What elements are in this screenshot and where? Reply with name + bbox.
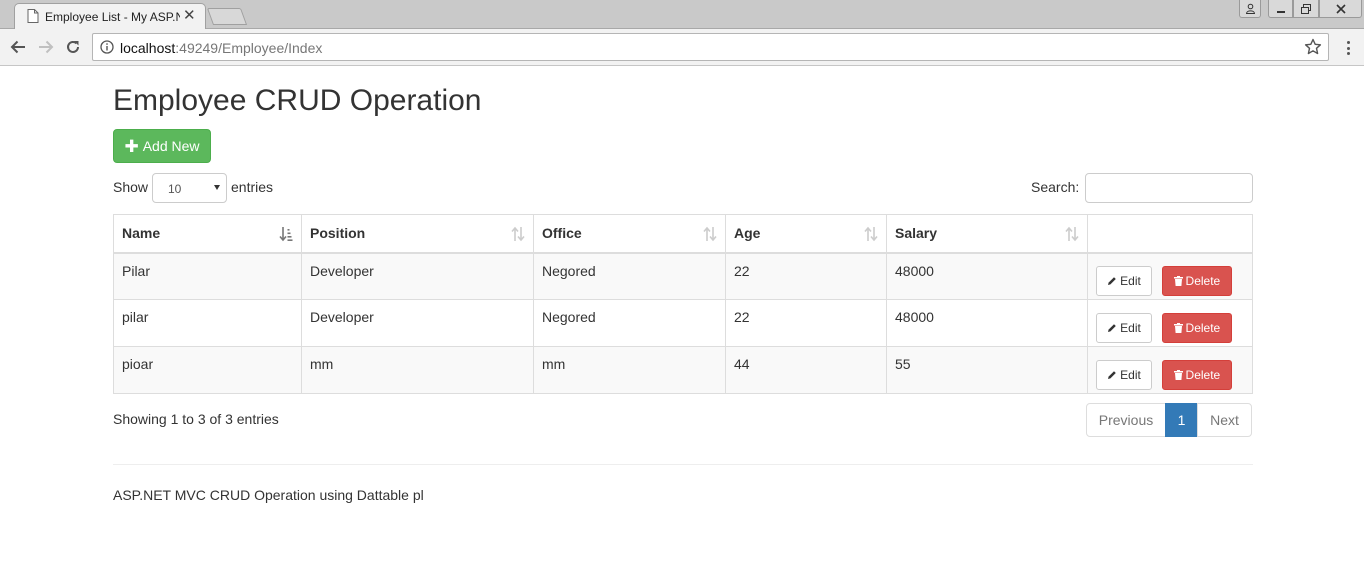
cell-age: 44 — [725, 346, 887, 394]
tab-title: Employee List - My ASP.NET — [45, 10, 180, 24]
cell-salary: 48000 — [886, 299, 1088, 347]
sort-both-icon — [511, 226, 525, 242]
column-label: Office — [542, 225, 582, 242]
add-new-button[interactable]: ✚ Add New — [113, 129, 211, 163]
cell-name: pioar — [113, 346, 302, 394]
table-row: Pilar Developer Negored 22 48000 Edit De… — [113, 252, 1253, 300]
tab-close-icon[interactable]: ✕ — [183, 6, 196, 24]
trash-icon — [1173, 369, 1183, 380]
pencil-icon — [1108, 370, 1116, 379]
window-close-icon[interactable] — [1319, 0, 1362, 18]
new-tab-button[interactable] — [206, 8, 248, 25]
page-icon — [27, 9, 39, 23]
edit-button[interactable]: Edit — [1096, 265, 1152, 296]
back-arrow-icon[interactable] — [8, 37, 28, 57]
column-header-age[interactable]: Age — [725, 214, 887, 254]
cell-position: Developer — [301, 252, 534, 300]
sort-both-icon — [703, 226, 717, 242]
column-label: Salary — [895, 225, 938, 242]
delete-label: Delete — [1185, 367, 1221, 382]
add-new-label: Add New — [142, 138, 200, 154]
delete-button[interactable]: Delete — [1161, 312, 1232, 343]
column-label: Age — [734, 225, 761, 242]
plus-icon: ✚ — [124, 136, 139, 156]
search-input[interactable] — [1085, 173, 1253, 203]
table-row: pilar Developer Negored 22 48000 Edit De… — [113, 299, 1253, 347]
trash-icon — [1173, 322, 1183, 333]
footer-divider — [113, 464, 1253, 465]
cell-position: Developer — [301, 299, 534, 347]
cell-actions: Edit Delete — [1087, 346, 1253, 394]
table-header-row: Name Position Office Age Salary — [113, 214, 1253, 254]
restore-icon[interactable] — [1293, 0, 1319, 18]
forward-arrow-icon[interactable] — [36, 37, 56, 57]
edit-button[interactable]: Edit — [1096, 359, 1152, 390]
table-row: pioar mm mm 44 55 Edit Delete — [113, 346, 1253, 394]
caret-down-icon — [214, 185, 220, 190]
delete-label: Delete — [1185, 273, 1221, 288]
cell-age: 22 — [725, 252, 887, 300]
page-title: Employee CRUD Operation — [113, 84, 482, 117]
url-host: localhost — [120, 40, 176, 56]
edit-label: Edit — [1120, 367, 1141, 382]
column-header-name[interactable]: Name — [113, 214, 302, 254]
cell-office: mm — [533, 346, 726, 394]
footer-text: ASP.NET MVC CRUD Operation using Dattabl… — [113, 487, 424, 503]
delete-button[interactable]: Delete — [1161, 265, 1232, 296]
edit-button[interactable]: Edit — [1096, 312, 1152, 343]
browser-toolbar: localhost:49249/Employee/Index — [0, 29, 1364, 66]
delete-button[interactable]: Delete — [1161, 359, 1232, 390]
cell-position: mm — [301, 346, 534, 394]
cell-age: 22 — [725, 299, 887, 347]
page-length-value: 10 — [168, 182, 182, 196]
cell-office: Negored — [533, 299, 726, 347]
address-bar[interactable]: localhost:49249/Employee/Index — [92, 33, 1329, 61]
column-label: Position — [310, 225, 366, 242]
next-page-button[interactable]: Next — [1197, 403, 1252, 437]
browser-tab[interactable]: Employee List - My ASP.NET ✕ — [14, 3, 206, 29]
url-text: localhost:49249/Employee/Index — [120, 40, 322, 56]
column-header-salary[interactable]: Salary — [886, 214, 1088, 254]
url-path: :49249/Employee/Index — [175, 40, 323, 56]
cell-name: Pilar — [113, 252, 302, 300]
browser-menu-icon[interactable] — [1340, 39, 1356, 57]
table-info: Showing 1 to 3 of 3 entries — [113, 411, 279, 427]
trash-icon — [1173, 275, 1183, 286]
entries-label: entries — [231, 179, 274, 195]
sort-both-icon — [864, 226, 878, 242]
cell-actions: Edit Delete — [1087, 299, 1253, 347]
column-header-position[interactable]: Position — [301, 214, 534, 254]
cell-salary: 55 — [886, 346, 1088, 394]
browser-tabstrip: Employee List - My ASP.NET ✕ — [0, 0, 1364, 29]
profile-icon[interactable] — [1239, 0, 1261, 18]
column-label: Name — [122, 225, 161, 242]
pencil-icon — [1108, 323, 1116, 332]
pencil-icon — [1108, 276, 1116, 285]
pagination: Previous 1 Next — [1086, 403, 1252, 437]
info-icon[interactable] — [100, 40, 114, 54]
employee-table: Name Position Office Age Salary Pilar De… — [113, 214, 1253, 394]
bookmark-star-icon[interactable] — [1304, 38, 1322, 56]
show-label: Show — [113, 179, 149, 195]
cell-office: Negored — [533, 252, 726, 300]
cell-salary: 48000 — [886, 252, 1088, 300]
previous-page-button[interactable]: Previous — [1086, 403, 1166, 437]
edit-label: Edit — [1120, 273, 1141, 288]
search-label: Search: — [1031, 179, 1080, 195]
cell-name: pilar — [113, 299, 302, 347]
page-1-button[interactable]: 1 — [1165, 403, 1198, 437]
edit-label: Edit — [1120, 320, 1141, 335]
column-header-actions — [1087, 214, 1253, 254]
cell-actions: Edit Delete — [1087, 252, 1253, 300]
reload-icon[interactable] — [63, 37, 83, 57]
column-header-office[interactable]: Office — [533, 214, 726, 254]
page-length-select[interactable]: 10 — [152, 173, 227, 203]
sort-ascending-icon — [279, 227, 293, 242]
sort-both-icon — [1065, 226, 1079, 242]
minimize-icon[interactable] — [1268, 0, 1293, 18]
delete-label: Delete — [1185, 320, 1221, 335]
